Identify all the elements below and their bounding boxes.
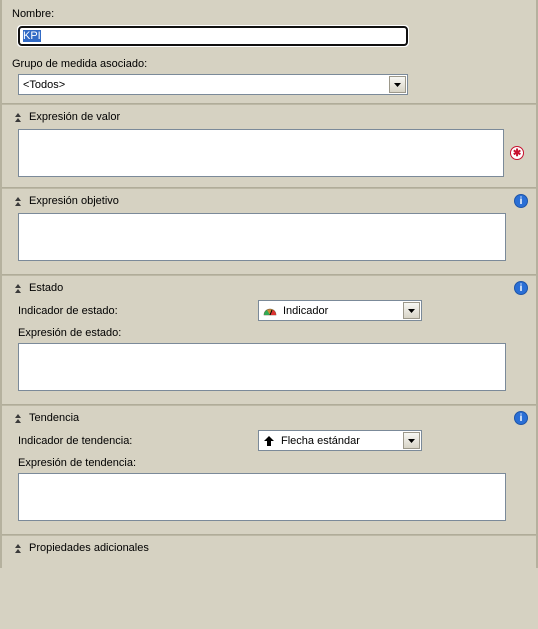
section-header-status[interactable]: Estado bbox=[12, 282, 524, 294]
gauge-icon bbox=[263, 306, 277, 316]
section-additional-properties: Propiedades adicionales bbox=[2, 536, 536, 568]
top-block: Nombre: Grupo de medida asociado: <Todos… bbox=[2, 0, 536, 103]
trend-indicator-dropdown[interactable]: Flecha estándar bbox=[258, 430, 422, 451]
kpi-form: Nombre: Grupo de medida asociado: <Todos… bbox=[0, 0, 538, 568]
status-indicator-label: Indicador de estado: bbox=[18, 305, 258, 317]
trend-indicator-label: Indicador de tendencia: bbox=[18, 435, 258, 447]
collapse-icon bbox=[12, 283, 23, 294]
section-title: Tendencia bbox=[29, 412, 79, 424]
dropdown-button[interactable] bbox=[403, 432, 420, 449]
section-title: Propiedades adicionales bbox=[29, 542, 149, 554]
status-expression-label: Expresión de estado: bbox=[18, 325, 524, 341]
collapse-icon bbox=[12, 543, 23, 554]
section-value-expression: Expresión de valor ✱ bbox=[2, 105, 536, 187]
collapse-icon bbox=[12, 112, 23, 123]
collapse-icon bbox=[12, 413, 23, 424]
section-title: Expresión objetivo bbox=[29, 195, 119, 207]
chevron-down-icon bbox=[394, 83, 401, 87]
status-expression-input[interactable] bbox=[18, 343, 506, 391]
dropdown-button[interactable] bbox=[403, 302, 420, 319]
trend-indicator-value: Flecha estándar bbox=[281, 435, 360, 447]
trend-expression-label: Expresión de tendencia: bbox=[18, 455, 524, 471]
chevron-down-icon bbox=[408, 309, 415, 313]
dropdown-button[interactable] bbox=[389, 76, 406, 93]
required-icon: ✱ bbox=[510, 146, 524, 160]
trend-expression-input[interactable] bbox=[18, 473, 506, 521]
value-expression-input[interactable] bbox=[18, 129, 504, 177]
info-icon[interactable]: i bbox=[514, 194, 528, 208]
section-header-trend[interactable]: Tendencia bbox=[12, 412, 524, 424]
section-title: Estado bbox=[29, 282, 63, 294]
status-indicator-dropdown[interactable]: Indicador bbox=[258, 300, 422, 321]
group-dropdown[interactable]: <Todos> bbox=[18, 74, 408, 95]
info-icon[interactable]: i bbox=[514, 411, 528, 425]
collapse-icon bbox=[12, 196, 23, 207]
goal-expression-input[interactable] bbox=[18, 213, 506, 261]
group-label: Grupo de medida asociado: bbox=[12, 56, 524, 72]
section-goal-expression: i Expresión objetivo bbox=[2, 189, 536, 274]
section-header-additional[interactable]: Propiedades adicionales bbox=[12, 542, 524, 554]
section-title: Expresión de valor bbox=[29, 111, 120, 123]
group-dropdown-value: <Todos> bbox=[23, 79, 65, 91]
name-label: Nombre: bbox=[12, 6, 524, 22]
status-indicator-value: Indicador bbox=[283, 305, 328, 317]
chevron-down-icon bbox=[408, 439, 415, 443]
section-trend: i Tendencia Indicador de tendencia: Flec… bbox=[2, 406, 536, 534]
section-header-goal[interactable]: Expresión objetivo bbox=[12, 195, 524, 207]
info-icon[interactable]: i bbox=[514, 281, 528, 295]
arrow-up-icon bbox=[263, 435, 275, 447]
name-input[interactable] bbox=[18, 26, 408, 46]
section-header-value[interactable]: Expresión de valor bbox=[12, 111, 524, 123]
section-status: i Estado Indicador de estado: Indicador bbox=[2, 276, 536, 404]
